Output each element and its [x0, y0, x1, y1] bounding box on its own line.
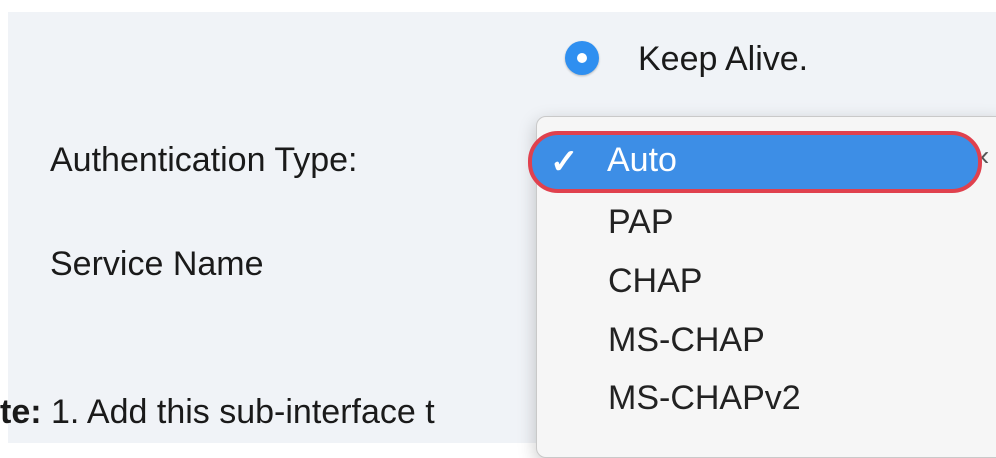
note-body: 1. Add this sub-interface t	[41, 393, 435, 431]
dropdown-option-auto[interactable]	[528, 131, 982, 193]
service-name-label: Service Name	[50, 245, 264, 283]
authentication-type-label: Authentication Type:	[50, 141, 358, 179]
note-text: te: 1. Add this sub-interface t	[0, 393, 435, 432]
dropdown-option-auto-label: Auto	[607, 141, 677, 179]
keep-alive-label[interactable]: Keep Alive.	[638, 40, 808, 79]
dropdown-option-pap[interactable]: PAP	[608, 203, 674, 242]
checkmark-icon: ✓	[550, 143, 579, 181]
dropdown-option-ms-chapv2[interactable]: MS-CHAPv2	[608, 379, 801, 418]
dropdown-option-chap[interactable]: CHAP	[608, 262, 702, 301]
note-prefix: te:	[0, 393, 42, 431]
dropdown-option-ms-chap[interactable]: MS-CHAP	[608, 321, 765, 360]
keep-alive-radio[interactable]	[565, 41, 599, 75]
